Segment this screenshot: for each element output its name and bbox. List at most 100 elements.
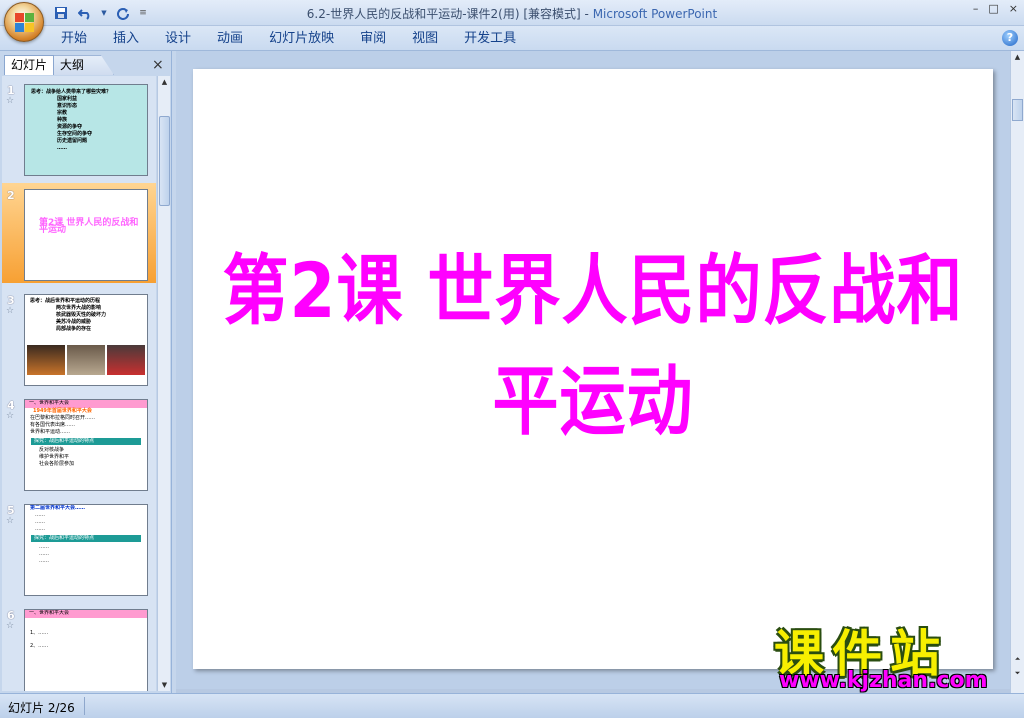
photo-protest [107,345,145,375]
slide-number: 2 [7,189,15,202]
slide-thumbnail-1[interactable]: 思考：战争给人类带来了哪些灾难？ 国家利益 意识形态 宗教 种族 资源的争夺 生… [24,84,148,176]
thumb-line: 有各国代表出席…… [30,422,76,428]
tab-animation[interactable]: 动画 [204,31,256,49]
thumb-line: …… [35,519,45,525]
thumb-line: …… [39,558,49,564]
thumb-line: …… [57,145,67,151]
close-button[interactable]: × [1009,2,1018,15]
thumb-line: 两次世界大战的影响 [56,305,102,311]
slides-pane: 幻灯片 大纲 × 1 ☆ 思考：战争给人类带来了哪些灾难？ 国家利益 意识形态 … [0,51,172,693]
watermark-url: www.kjzhan.com [779,668,988,693]
thumbnail-row-5[interactable]: 5 ☆ 第二届世界和平大会…… …… …… …… 探究：战后和平运动的特点 ……… [2,498,156,598]
thumbnail-row-1[interactable]: 1 ☆ 思考：战争给人类带来了哪些灾难？ 国家利益 意识形态 宗教 种族 资源的… [2,78,156,178]
help-icon[interactable]: ? [1002,30,1018,46]
thumbnails-scrollbar[interactable]: ▲ ▼ [157,76,170,691]
thumb-line: 局部战争的存在 [56,326,92,332]
thumb-line: …… [39,551,49,557]
document-title: 6.2-世界人民的反战和平运动-课件2(用) [兼容模式] - [306,7,593,21]
ribbon-tab-bar: 开始 插入 设计 动画 幻灯片放映 审阅 视图 开发工具 ? [0,26,1024,51]
animation-star-icon: ☆ [6,411,15,421]
thumb-heading: 思考：战争给人类带来了哪些灾难？ [31,89,112,95]
thumb-photos [27,345,145,375]
office-button[interactable] [4,2,44,42]
restore-button[interactable]: □ [988,2,998,15]
tab-insert[interactable]: 插入 [100,31,152,49]
thumb-teal-bar: 探究：战后和平运动的特点 [31,438,141,445]
scroll-up-icon[interactable]: ▲ [1012,51,1023,63]
tab-developer[interactable]: 开发工具 [451,31,529,49]
thumb-line: 1、…… [30,630,49,636]
thumb-line: …… [35,512,45,518]
thumb-line: 反对核战争 [39,447,65,453]
thumbnail-row-4[interactable]: 4 ☆ 一、世界和平大会 1949年首届世界和平大会 在巴黎和布拉格同时召开……… [2,393,156,493]
photo-crowd [67,345,105,375]
thumb-band: 一、世界和平大会 [25,400,147,408]
tab-slides[interactable]: 幻灯片 [4,55,54,75]
thumb-line: 历史遗留问题 [57,138,88,144]
thumb-line: 宗教 [57,110,68,116]
thumb-line: …… [39,544,49,550]
thumb-line: 核武器毁灭性的破坏力 [56,312,107,318]
ribbon-tabs: 开始 插入 设计 动画 幻灯片放映 审阅 视图 开发工具 [48,31,529,49]
tab-view[interactable]: 视图 [399,31,451,49]
next-slide-icon[interactable]: ⏷ [1012,667,1023,679]
thumb-heading: 思考：战后世界和平运动的历程 [30,298,101,304]
tab-review[interactable]: 审阅 [347,31,399,49]
tab-slideshow[interactable]: 幻灯片放映 [256,31,347,49]
thumb-title: 第2课 世界人民的反战和平运动 [39,218,139,235]
slide-title[interactable]: 第2课 世界人民的反战和平运动 [193,230,993,451]
animation-star-icon: ☆ [6,621,15,631]
slide-thumbnail-2[interactable]: 第2课 世界人民的反战和平运动 [24,189,148,281]
thumb-line: 在巴黎和布拉格同时召开…… [30,415,96,421]
thumb-line: 种族 [57,117,68,123]
animation-star-icon: ☆ [6,306,15,316]
thumb-line: 意识形态 [57,103,78,109]
thumb-line: 生存空间的争夺 [57,131,93,137]
thumb-teal-bar: 探究：战后和平运动的特点 [31,535,141,542]
title-bar: ▼ ≡ 6.2-世界人民的反战和平运动-课件2(用) [兼容模式] - Micr… [0,0,1024,26]
thumb-subtitle: 1949年首届世界和平大会 [33,408,92,414]
thumb-line: 资源的争夺 [57,124,83,130]
animation-star-icon: ☆ [6,516,15,526]
status-divider [84,697,85,715]
photo-candles [27,345,65,375]
app-name: Microsoft PowerPoint [592,7,718,21]
slide-indicator: 幻灯片 2/26 [8,701,75,715]
thumb-heading: 第二届世界和平大会…… [30,505,86,511]
close-pane-icon[interactable]: × [152,57,164,73]
office-logo-icon [15,13,35,33]
status-bar: 幻灯片 2/26 [0,693,1024,718]
slide-thumbnail-3[interactable]: 思考：战后世界和平运动的历程 两次世界大战的影响 核武器毁灭性的破坏力 美苏冷战… [24,294,148,386]
thumb-band: 一、世界和平大会 [25,610,147,618]
slide-editing-area: 第2课 世界人民的反战和平运动 [176,51,1010,689]
scrollbar-thumb[interactable] [1012,99,1023,121]
thumbnail-row-6[interactable]: 6 ☆ 一、世界和平大会 1、…… 2、…… [2,603,156,691]
scrollbar-thumb[interactable] [159,116,170,206]
pane-tabs: 幻灯片 大纲 × [2,53,170,75]
thumb-line: …… [35,526,45,532]
thumb-line: 世界和平运动…… [30,429,71,435]
tab-outline[interactable]: 大纲 [54,55,114,75]
thumb-line: 2、…… [30,643,49,649]
thumb-line: 维护世界和平 [39,454,70,460]
scroll-up-icon[interactable]: ▲ [159,76,170,88]
slide-thumbnails: 1 ☆ 思考：战争给人类带来了哪些灾难？ 国家利益 意识形态 宗教 种族 资源的… [2,76,156,691]
tab-design[interactable]: 设计 [152,31,204,49]
slide-thumbnail-6[interactable]: 一、世界和平大会 1、…… 2、…… [24,609,148,691]
slide-thumbnail-5[interactable]: 第二届世界和平大会…… …… …… …… 探究：战后和平运动的特点 …… …… … [24,504,148,596]
thumb-line: 社会各阶层参加 [39,461,75,467]
current-slide[interactable]: 第2课 世界人民的反战和平运动 [193,69,993,669]
minimize-button[interactable]: – [973,2,979,15]
thumbnail-row-2[interactable]: 2 第2课 世界人民的反战和平运动 [2,183,156,283]
slide-scrollbar[interactable]: ▲ ⏶ ⏷ [1010,51,1024,693]
thumb-line: 国家利益 [57,96,78,102]
thumbnail-row-3[interactable]: 3 ☆ 思考：战后世界和平运动的历程 两次世界大战的影响 核武器毁灭性的破坏力 … [2,288,156,388]
tab-home[interactable]: 开始 [48,31,100,49]
scroll-down-icon[interactable]: ▼ [159,679,170,691]
slide-thumbnail-4[interactable]: 一、世界和平大会 1949年首届世界和平大会 在巴黎和布拉格同时召开…… 有各国… [24,399,148,491]
window-title: 6.2-世界人民的反战和平运动-课件2(用) [兼容模式] - Microsof… [0,5,1024,22]
prev-slide-icon[interactable]: ⏶ [1012,653,1023,665]
window-controls: – □ × [973,2,1018,15]
animation-star-icon: ☆ [6,96,15,106]
thumb-line: 美苏冷战的威胁 [56,319,92,325]
